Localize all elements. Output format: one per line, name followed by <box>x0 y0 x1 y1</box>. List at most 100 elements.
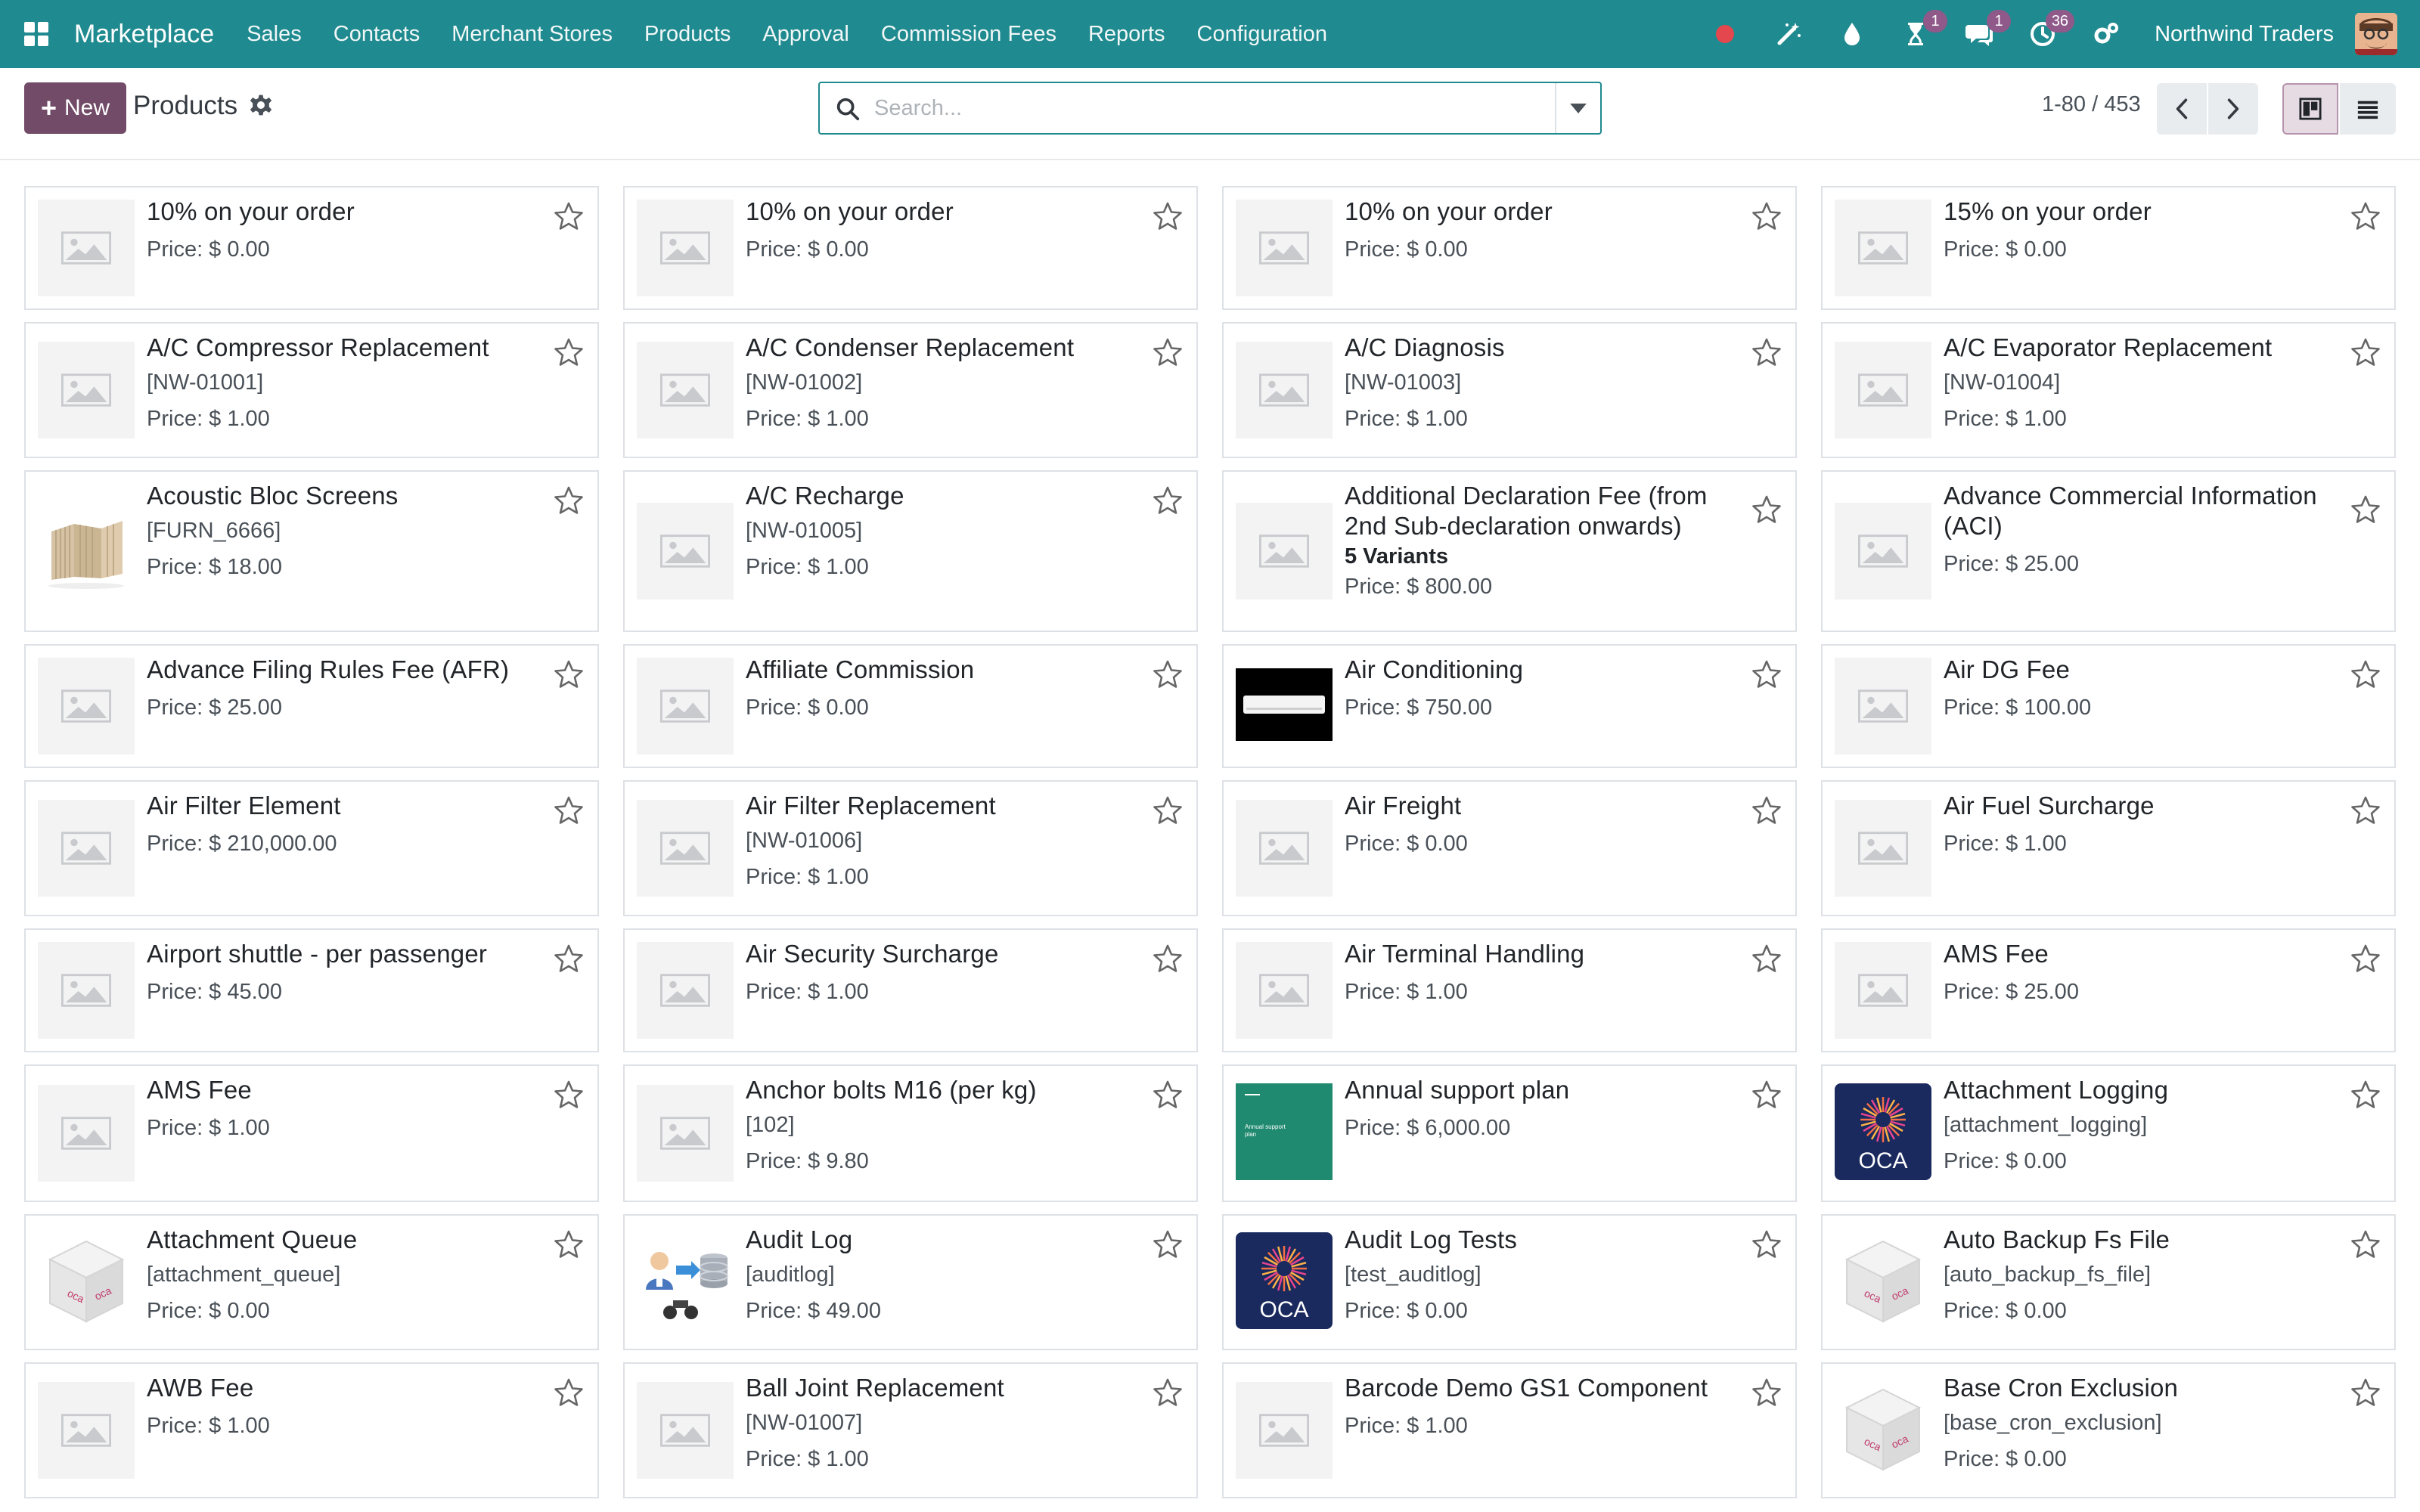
product-card[interactable]: Audit Log [auditlog] Price: $ 49.00 <box>623 1214 1198 1350</box>
product-card[interactable]: Anchor bolts M16 (per kg) [102] Price: $ 9… <box>623 1064 1198 1202</box>
product-card[interactable]: Air Security Surcharge Price: $ 1.00 <box>623 928 1198 1052</box>
product-card[interactable]: Air Filter Element Price: $ 210,000.00 <box>24 780 599 916</box>
favorite-star-icon[interactable] <box>2350 659 2384 692</box>
product-card[interactable]: 10% on your order Price: $ 0.00 <box>1222 186 1797 310</box>
favorite-star-icon[interactable] <box>1751 1377 1785 1411</box>
product-card[interactable]: A/C Diagnosis [NW-01003] Price: $ 1.00 <box>1222 322 1797 458</box>
hourglass-icon[interactable]: 1 <box>1899 10 1948 51</box>
favorite-star-icon[interactable] <box>1153 943 1186 977</box>
drop-icon[interactable] <box>1835 17 1869 51</box>
product-card[interactable]: Air Freight Price: $ 0.00 <box>1222 780 1797 916</box>
product-card[interactable]: Annual support plan Annual support plan Pri… <box>1222 1064 1797 1202</box>
menu-products[interactable]: Products <box>628 22 746 47</box>
favorite-star-icon[interactable] <box>2350 795 2384 829</box>
favorite-star-icon[interactable] <box>554 943 587 977</box>
menu-contacts[interactable]: Contacts <box>318 22 436 47</box>
favorite-star-icon[interactable] <box>554 795 587 829</box>
pager-value[interactable]: 1-80 / 453 <box>2042 92 2141 117</box>
favorite-star-icon[interactable] <box>1153 1229 1186 1263</box>
kanban-view-button[interactable] <box>2282 83 2338 135</box>
favorite-star-icon[interactable] <box>554 485 587 519</box>
favorite-star-icon[interactable] <box>1751 494 1785 528</box>
product-card[interactable]: Additional Declaration Fee (from 2nd Sub… <box>1222 470 1797 632</box>
favorite-star-icon[interactable] <box>554 337 587 370</box>
product-card[interactable]: Air Terminal Handling Price: $ 1.00 <box>1222 928 1797 1052</box>
favorite-star-icon[interactable] <box>554 659 587 692</box>
product-card[interactable]: A/C Recharge [NW-01005] Price: $ 1.00 <box>623 470 1198 632</box>
product-card[interactable]: Air Fuel Surcharge Price: $ 1.00 <box>1821 780 2396 916</box>
product-card[interactable]: A/C Condenser Replacement [NW-01002] Price… <box>623 322 1198 458</box>
new-button[interactable]: + New <box>24 82 126 134</box>
favorite-star-icon[interactable] <box>2350 1377 2384 1411</box>
favorite-star-icon[interactable] <box>1751 1080 1785 1113</box>
apps-menu-icon[interactable] <box>17 14 56 54</box>
favorite-star-icon[interactable] <box>554 1229 587 1263</box>
user-avatar[interactable] <box>2355 13 2397 55</box>
product-card[interactable]: Barcode Demo GS1 Component Price: $ 1.00 <box>1222 1362 1797 1498</box>
favorite-star-icon[interactable] <box>2350 201 2384 234</box>
product-card[interactable]: Affiliate Commission Price: $ 0.00 <box>623 644 1198 768</box>
product-card[interactable]: Advance Filing Rules Fee (AFR) Price: $ 2… <box>24 644 599 768</box>
product-card[interactable]: 15% on your order Price: $ 0.00 <box>1821 186 2396 310</box>
product-card[interactable]: Airport shuttle - per passenger Price: $ … <box>24 928 599 1052</box>
menu-approval[interactable]: Approval <box>746 22 864 47</box>
favorite-star-icon[interactable] <box>1153 659 1186 692</box>
product-card[interactable]: Air Conditioning Price: $ 750.00 <box>1222 644 1797 768</box>
product-card[interactable]: 10% on your order Price: $ 0.00 <box>24 186 599 310</box>
product-card[interactable]: Ball Joint Replacement [NW-01007] Price: $… <box>623 1362 1198 1498</box>
favorite-star-icon[interactable] <box>2350 943 2384 977</box>
product-card[interactable]: oca oca Auto Backup Fs File [auto_backup_fs… <box>1821 1214 2396 1350</box>
pager-next-button[interactable] <box>2208 83 2258 135</box>
product-card[interactable]: oca oca Attachment Queue [attachment_queue]… <box>24 1214 599 1350</box>
product-card[interactable]: Acoustic Bloc Screens [FURN_6666] Price: $… <box>24 470 599 632</box>
favorite-star-icon[interactable] <box>1751 795 1785 829</box>
menu-merchant-stores[interactable]: Merchant Stores <box>436 22 628 47</box>
product-card[interactable]: Advance Commercial Information (ACI) Pric… <box>1821 470 2396 632</box>
favorite-star-icon[interactable] <box>2350 337 2384 370</box>
favorite-star-icon[interactable] <box>2350 1229 2384 1263</box>
activities-clock-icon[interactable]: 36 <box>2026 10 2075 51</box>
product-card[interactable]: AMS Fee Price: $ 25.00 <box>1821 928 2396 1052</box>
favorite-star-icon[interactable] <box>1153 1080 1186 1113</box>
product-card[interactable]: A/C Compressor Replacement [NW-01001] Pric… <box>24 322 599 458</box>
app-brand[interactable]: Marketplace <box>74 20 214 49</box>
list-view-button[interactable] <box>2340 83 2396 135</box>
company-name[interactable]: Northwind Traders <box>2155 22 2334 47</box>
favorite-star-icon[interactable] <box>1751 1229 1785 1263</box>
product-card[interactable]: OCA Attachment Logging [attachment_logging… <box>1821 1064 2396 1202</box>
search-options-toggle[interactable] <box>1555 83 1600 133</box>
recording-dot-icon[interactable] <box>1708 17 1742 51</box>
favorite-star-icon[interactable] <box>554 1080 587 1113</box>
pager-previous-button[interactable] <box>2157 83 2207 135</box>
favorite-star-icon[interactable] <box>1751 659 1785 692</box>
company-switch-icon[interactable] <box>2090 17 2123 51</box>
favorite-star-icon[interactable] <box>554 1377 587 1411</box>
search-input[interactable] <box>874 83 1517 133</box>
favorite-star-icon[interactable] <box>1153 795 1186 829</box>
product-card[interactable]: AWB Fee Price: $ 1.00 <box>24 1362 599 1498</box>
favorite-star-icon[interactable] <box>1153 201 1186 234</box>
product-card[interactable]: oca oca Base Cron Exclusion [base_cron_excl… <box>1821 1362 2396 1498</box>
magic-wand-icon[interactable] <box>1772 17 1805 51</box>
menu-commission-fees[interactable]: Commission Fees <box>865 22 1072 47</box>
product-card[interactable]: A/C Evaporator Replacement [NW-01004] Pric… <box>1821 322 2396 458</box>
favorite-star-icon[interactable] <box>1153 485 1186 519</box>
favorite-star-icon[interactable] <box>1751 943 1785 977</box>
favorite-star-icon[interactable] <box>1153 1377 1186 1411</box>
messages-icon[interactable]: 1 <box>1962 10 2012 51</box>
favorite-star-icon[interactable] <box>1153 337 1186 370</box>
favorite-star-icon[interactable] <box>554 201 587 234</box>
favorite-star-icon[interactable] <box>1751 201 1785 234</box>
menu-sales[interactable]: Sales <box>231 22 318 47</box>
favorite-star-icon[interactable] <box>1751 337 1785 370</box>
favorite-star-icon[interactable] <box>2350 1080 2384 1113</box>
favorite-star-icon[interactable] <box>2350 494 2384 528</box>
menu-configuration[interactable]: Configuration <box>1181 22 1344 47</box>
product-card[interactable]: Air DG Fee Price: $ 100.00 <box>1821 644 2396 768</box>
product-card[interactable]: Air Filter Replacement [NW-01006] Price: $… <box>623 780 1198 916</box>
gear-icon[interactable] <box>250 94 277 121</box>
menu-reports[interactable]: Reports <box>1072 22 1181 47</box>
product-card[interactable]: OCA Audit Log Tests [test_auditlog] Price: … <box>1222 1214 1797 1350</box>
product-card[interactable]: AMS Fee Price: $ 1.00 <box>24 1064 599 1202</box>
product-card[interactable]: 10% on your order Price: $ 0.00 <box>623 186 1198 310</box>
